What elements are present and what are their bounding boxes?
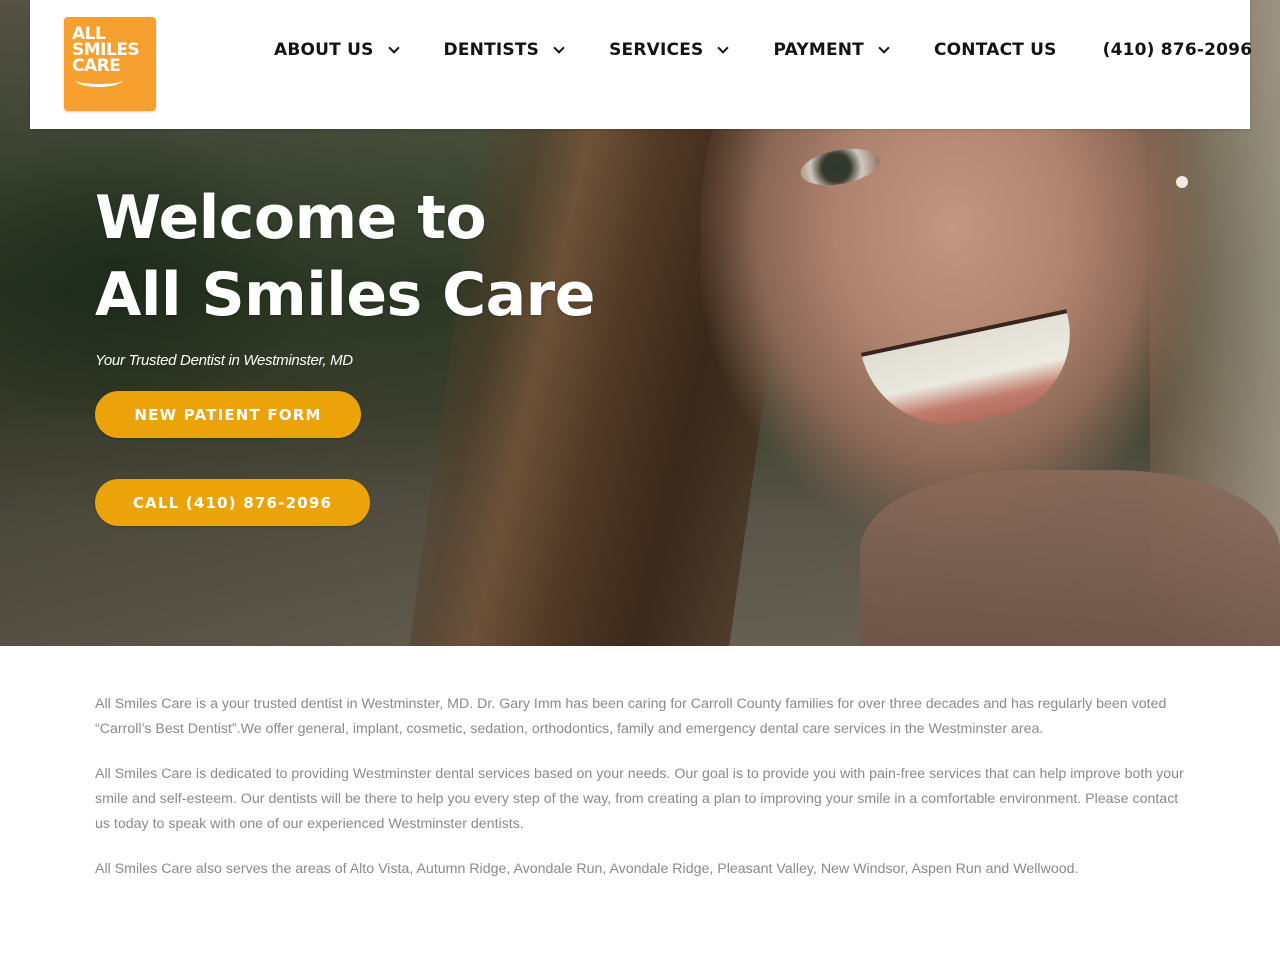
nav-item-label: DENTISTS — [443, 40, 540, 60]
logo-smile-icon — [76, 74, 122, 87]
chevron-down-icon — [878, 42, 890, 54]
main-nav: ABOUT US DENTISTS SERVICES PAYMENT CONTA… — [274, 38, 1252, 62]
chevron-down-icon — [717, 42, 730, 54]
nav-item-label: ABOUT US — [274, 40, 374, 60]
hero-title: Welcome to All Smiles Care — [95, 180, 595, 334]
intro-paragraph-1: All Smiles Care is a your trusted dentis… — [95, 696, 1167, 737]
header-phone-link[interactable]: (410) 876-2096 — [1103, 40, 1253, 60]
nav-item-dentists[interactable]: DENTISTS — [443, 40, 565, 60]
chevron-down-icon — [387, 42, 400, 54]
logo-text-line-3: CARE — [72, 56, 121, 76]
nav-item-label: CONTACT US — [933, 40, 1057, 60]
nav-item-services[interactable]: SERVICES — [609, 40, 730, 60]
hero-title-line-2: All Smiles Care — [95, 260, 595, 330]
hero-title-line-1: Welcome to — [95, 183, 487, 253]
intro-paragraph-2: All Smiles Care is dedicated to providin… — [95, 766, 1184, 832]
site-header: ALL SMILES CARE ABOUT US DENTISTS SERVIC… — [30, 0, 1252, 129]
logo[interactable]: ALL SMILES CARE — [64, 17, 156, 111]
nav-item-contact-us[interactable]: CONTACT US — [934, 40, 1057, 60]
nav-item-about-us[interactable]: ABOUT US — [274, 40, 400, 60]
nav-item-label: SERVICES — [609, 40, 704, 60]
intro-paragraph-3: All Smiles Care also serves the areas of… — [95, 861, 1079, 877]
new-patient-form-button[interactable]: NEW PATIENT FORM — [95, 391, 361, 438]
intro-content: All Smiles Care is a your trusted dentis… — [95, 692, 1185, 902]
hero-subtitle: Your Trusted Dentist in Westminster, MD — [95, 352, 353, 369]
nav-item-label: PAYMENT — [773, 40, 864, 60]
hero-content: Welcome to All Smiles Care Your Trusted … — [95, 180, 595, 526]
call-phone-button[interactable]: CALL (410) 876-2096 — [95, 479, 370, 526]
nav-item-payment[interactable]: PAYMENT — [773, 40, 890, 60]
chevron-down-icon — [553, 42, 565, 54]
